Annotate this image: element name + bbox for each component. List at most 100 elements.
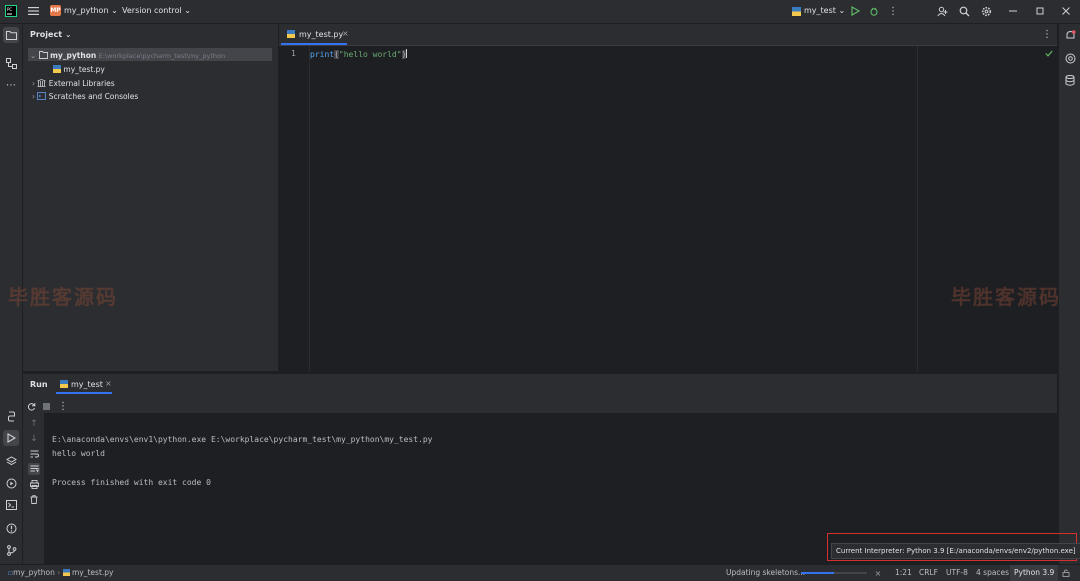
editor-area[interactable] (279, 24, 1057, 371)
console-line: Process finished with exit code 0 (52, 478, 211, 487)
code-string: "hello world" (338, 50, 402, 59)
stop-icon[interactable] (40, 400, 52, 412)
project-folder-icon[interactable] (3, 27, 19, 43)
no-problems-check-icon (1044, 48, 1054, 58)
more-options-icon[interactable]: ⋮ (887, 5, 899, 17)
scratches-label: Scratches and Consoles (48, 92, 139, 101)
console-line: hello world (52, 449, 105, 458)
external-libraries-label: External Libraries (48, 79, 115, 88)
rerun-icon[interactable] (25, 400, 37, 412)
ai-assistant-icon[interactable] (1062, 50, 1078, 66)
arrow-down-icon[interactable]: ↓ (28, 433, 40, 445)
layers-icon[interactable] (3, 453, 19, 469)
file-encoding[interactable]: UTF-8 (946, 568, 968, 577)
breadcrumb-separator-icon: › (57, 568, 61, 577)
interpreter-selector[interactable]: Python 3.9 (1010, 565, 1059, 581)
python-file-icon (287, 30, 295, 40)
scroll-to-end-icon[interactable] (28, 463, 40, 475)
services-icon[interactable] (3, 475, 19, 491)
watermark-left: 毕胜客源码 (8, 285, 118, 309)
library-icon (37, 79, 47, 89)
run-tab-my-test[interactable]: my_test × (56, 374, 112, 394)
editor-tab-my-test[interactable]: my_test.py × (281, 24, 349, 45)
debug-icon[interactable] (868, 5, 880, 17)
project-selector[interactable]: my_python ⌄ (64, 6, 118, 15)
minimize-icon[interactable] (1008, 6, 1018, 16)
git-branch-icon[interactable] (3, 542, 19, 558)
notifications-icon[interactable] (1062, 27, 1078, 43)
scratches-icon (37, 92, 47, 102)
project-panel-title: Project (30, 30, 63, 39)
breadcrumb-file[interactable]: my_test.py (72, 568, 113, 577)
caret-position[interactable]: 1:21 (895, 568, 912, 577)
progress-text[interactable]: Updating skeletons... (726, 568, 805, 577)
close-window-icon[interactable] (1061, 6, 1071, 16)
python-file-icon (62, 569, 70, 578)
close-tab-icon[interactable]: × (342, 29, 349, 38)
editor-tab-label: my_test.py (299, 30, 344, 39)
project-panel: Project ⌄ ⌄ my_python E:\workplace\pycha… (23, 24, 278, 371)
line-number: 1 (291, 49, 296, 58)
python-file-icon (53, 65, 61, 75)
root-folder-name: my_python (50, 51, 97, 60)
python-file-icon (791, 6, 801, 16)
add-user-icon[interactable] (936, 5, 949, 18)
tree-row-root-content: ⌄ my_python E:\workplace\pycharm_test\my… (30, 51, 225, 61)
breadcrumb: ▫my_python › my_test.py (8, 568, 113, 578)
python-console-icon[interactable] (3, 408, 19, 424)
title-bar: PC MP my_python ⌄ Version control ⌄ my_t… (0, 0, 1080, 24)
line-gutter: 1 (279, 46, 310, 371)
root-folder-path: E:\workplace\pycharm_test\my_python (98, 52, 226, 60)
more-tools-icon[interactable]: ⋯ (3, 77, 19, 93)
close-tab-icon[interactable]: × (105, 379, 112, 388)
svg-text:PC: PC (7, 7, 12, 12)
run-tool-icon[interactable] (3, 430, 19, 446)
progress-fill (801, 572, 834, 574)
print-icon[interactable] (28, 478, 40, 490)
settings-gear-icon[interactable] (980, 5, 993, 18)
structure-icon[interactable] (3, 55, 19, 71)
run-config-name: my_test (804, 6, 836, 15)
search-icon[interactable] (958, 5, 971, 18)
terminal-icon[interactable] (3, 497, 19, 513)
run-more-options-icon[interactable]: ⋮ (57, 400, 69, 412)
breadcrumb-root[interactable]: my_python (13, 568, 55, 577)
project-name: my_python (64, 6, 109, 15)
restore-icon[interactable] (1035, 6, 1045, 16)
arrow-up-icon[interactable]: ↑ (28, 418, 40, 430)
project-badge: MP (50, 5, 61, 16)
chevron-down-icon: ⌄ (184, 6, 191, 15)
indent-setting[interactable]: 4 spaces (976, 568, 1009, 577)
expand-chevron-icon: › (32, 79, 35, 88)
cancel-progress-icon[interactable]: × (873, 568, 883, 578)
run-panel-title: Run (30, 380, 48, 389)
problems-icon[interactable] (3, 520, 19, 536)
chevron-down-icon: ⌄ (111, 6, 118, 15)
tree-row-external-libraries[interactable]: › External Libraries (32, 79, 115, 89)
right-margin-guide (917, 46, 918, 371)
status-bar: ▫my_python › my_test.py Updating skeleto… (0, 564, 1080, 581)
main-menu-icon[interactable] (26, 4, 40, 18)
trash-icon[interactable] (28, 493, 40, 505)
pycharm-logo-icon: PC (4, 4, 18, 18)
expand-chevron-icon: ⌄ (30, 51, 37, 60)
right-tool-strip (1058, 24, 1080, 564)
interpreter-tooltip: Current Interpreter: Python 3.9 [E:/anac… (831, 543, 1080, 559)
tree-row-scratches[interactable]: › Scratches and Consoles (32, 92, 138, 102)
soft-wrap-icon[interactable] (28, 448, 40, 460)
vcs-menu[interactable]: Version control ⌄ (122, 6, 191, 15)
run-icon[interactable] (849, 5, 861, 17)
tree-row-file[interactable]: my_test.py (53, 65, 105, 75)
run-tab-label: my_test (71, 380, 103, 389)
line-separator[interactable]: CRLF (919, 568, 938, 577)
console-line: E:\anaconda\envs\env1\python.exe E:\work… (52, 434, 433, 444)
lock-icon[interactable] (1061, 568, 1071, 578)
tab-options-icon[interactable]: ⋮ (1041, 28, 1053, 40)
database-icon[interactable] (1062, 72, 1078, 88)
run-config-selector[interactable]: my_test ⌄ (804, 6, 845, 15)
project-panel-header[interactable]: Project ⌄ (30, 30, 72, 39)
chevron-down-icon: ⌄ (838, 6, 846, 15)
chevron-down-icon: ⌄ (64, 30, 72, 39)
code-line[interactable]: print("hello world") (310, 49, 408, 59)
